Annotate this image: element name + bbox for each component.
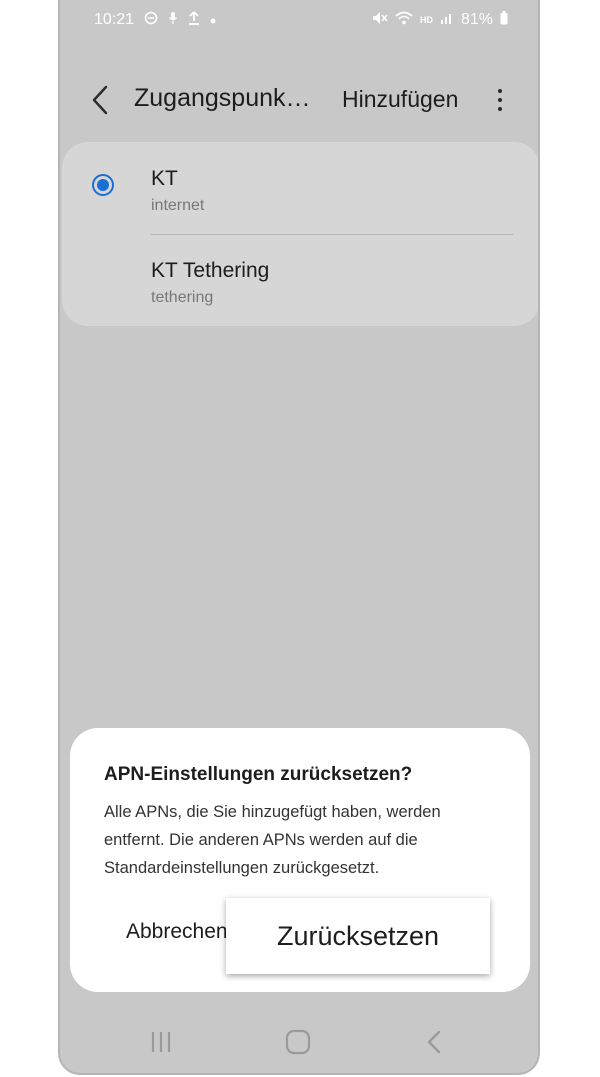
recents-icon[interactable] bbox=[148, 1029, 174, 1060]
upload-icon bbox=[188, 11, 200, 29]
navigation-bar bbox=[60, 1013, 538, 1073]
page-title: Zugangspunk… bbox=[134, 84, 311, 112]
apn-name: KT Tethering bbox=[151, 259, 270, 282]
battery-percent: 81% bbox=[460, 11, 493, 28]
more-vertical-icon bbox=[498, 89, 502, 93]
apn-value: internet bbox=[151, 197, 205, 214]
wifi-icon bbox=[395, 11, 413, 29]
more-options-button[interactable] bbox=[486, 82, 514, 118]
signal-icon bbox=[440, 11, 454, 29]
home-icon[interactable] bbox=[285, 1029, 311, 1060]
add-button[interactable]: Hinzufügen bbox=[342, 86, 458, 113]
status-time: 10:21 bbox=[94, 11, 135, 28]
reset-button[interactable]: Zurücksetzen bbox=[226, 898, 490, 974]
apn-value: tethering bbox=[151, 289, 214, 306]
status-bar: 10:21 HD 81% bbox=[60, 0, 538, 42]
battery-icon bbox=[500, 11, 508, 29]
back-icon[interactable] bbox=[424, 1029, 444, 1060]
list-item[interactable]: KT Tethering tethering bbox=[62, 236, 538, 326]
cancel-button[interactable]: Abbrechen bbox=[126, 920, 228, 944]
app-bar: Zugangspunk… Hinzufügen bbox=[60, 70, 538, 130]
back-button[interactable] bbox=[84, 82, 116, 118]
list-item[interactable]: KT internet bbox=[62, 142, 538, 232]
dialog-title: APN-Einstellungen zurücksetzen? bbox=[104, 764, 413, 785]
mic-icon bbox=[168, 11, 178, 29]
dialog-message: Alle APNs, die Sie hinzugefügt haben, we… bbox=[104, 803, 441, 877]
radio-selected-icon[interactable] bbox=[92, 174, 114, 196]
dnd-icon bbox=[144, 11, 158, 29]
apn-list: KT internet KT Tethering tethering bbox=[62, 142, 538, 326]
reset-button-label: Zurücksetzen bbox=[276, 920, 440, 951]
mute-icon bbox=[372, 11, 388, 29]
hd-voice-icon: HD bbox=[419, 15, 433, 25]
dot-icon bbox=[210, 12, 216, 28]
apn-name: KT bbox=[151, 167, 178, 190]
divider bbox=[151, 234, 513, 235]
chevron-left-icon bbox=[92, 85, 108, 115]
